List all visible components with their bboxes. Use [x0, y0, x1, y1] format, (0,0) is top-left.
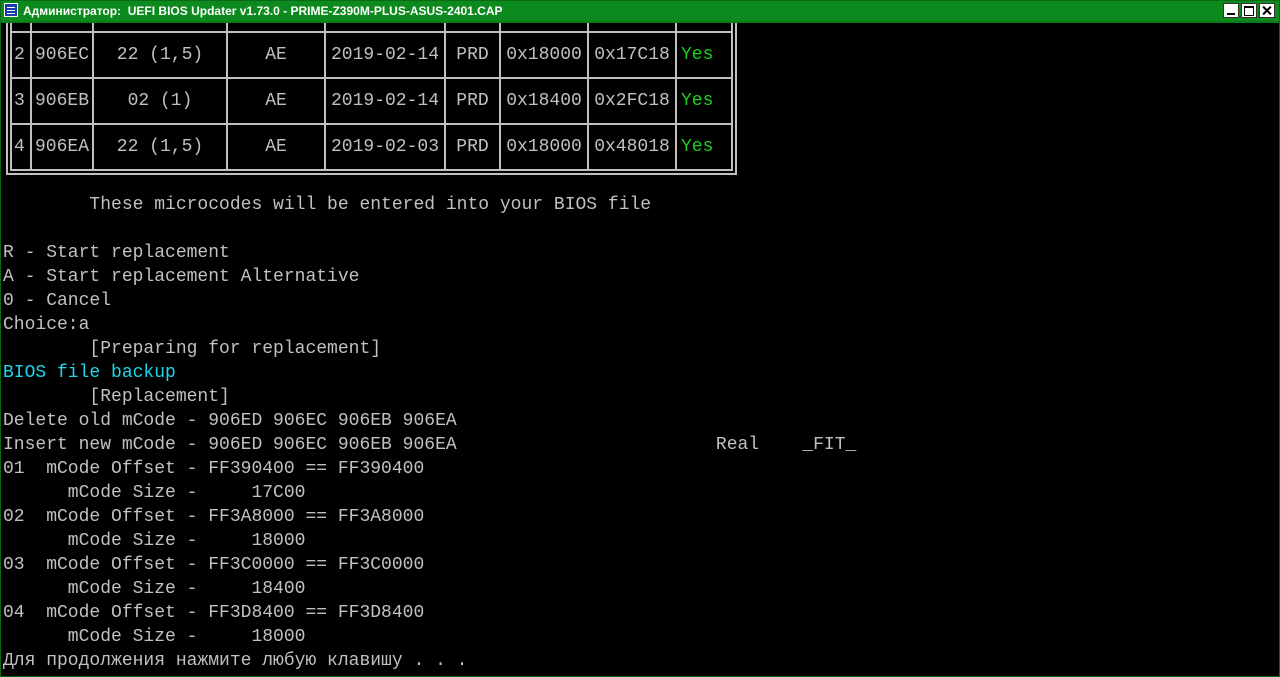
console-line: R - Start replacement [3, 243, 230, 263]
console-line: mCode Size - 18000 [3, 531, 306, 551]
cell-rev: AE [226, 77, 326, 125]
console-line: 01 mCode Offset - FF390400 == FF390400 [3, 459, 425, 479]
cell-cpuid: 906EA [30, 123, 94, 171]
cell-size: 0x48018 [587, 123, 677, 171]
cell-platform: 22 (1,5) [92, 123, 228, 171]
console-line: Insert new mCode - 906ED 906EC 906EB 906… [3, 435, 857, 455]
console-line: Для продолжения нажмите любую клавишу . … [3, 651, 468, 671]
console-window: Администратор: UEFI BIOS Updater v1.73.0… [0, 0, 1280, 677]
console-line: mCode Size - 18000 [3, 627, 306, 647]
console-line: A - Start replacement Alternative [3, 267, 360, 287]
title-bar[interactable]: Администратор: UEFI BIOS Updater v1.73.0… [1, 1, 1279, 23]
cell-status: Yes [675, 31, 733, 79]
console-line: 02 mCode Offset - FF3A8000 == FF3A8000 [3, 507, 425, 527]
console-line: Delete old mCode - 906ED 906EC 906EB 906… [3, 411, 457, 431]
window-title: Администратор: UEFI BIOS Updater v1.73.0… [23, 4, 503, 18]
microcode-table: 2 906EC 22 (1,5) AE 2019-02-14 PRD 0x18000 0x17… [6, 23, 737, 175]
console-app-icon[interactable] [4, 3, 18, 17]
cell-date: 2019-02-03 [324, 123, 446, 171]
cell-type: PRD [444, 77, 501, 125]
table-row: 3 906EB 02 (1) AE 2019-02-14 PRD 0x18400 0x2FC1… [10, 77, 733, 125]
console-line: These microcodes will be entered into yo… [3, 195, 652, 215]
cell-status: Yes [675, 77, 733, 125]
cell-date: 2019-02-14 [324, 31, 446, 79]
minimize-button[interactable] [1223, 3, 1239, 18]
console-line: 04 mCode Offset - FF3D8400 == FF3D8400 [3, 603, 425, 623]
cell-num: 2 [10, 31, 32, 79]
console-line: mCode Size - 17C00 [3, 483, 306, 503]
console-line: Choice:a [3, 315, 90, 335]
close-button[interactable] [1259, 3, 1275, 18]
cell-platform: 22 (1,5) [92, 31, 228, 79]
console-line: 03 mCode Offset - FF3C0000 == FF3C0000 [3, 555, 425, 575]
cell-platform: 02 (1) [92, 77, 228, 125]
cell-offset: 0x18000 [499, 123, 589, 171]
cell-cpuid: 906EC [30, 31, 94, 79]
cell-size: 0x17C18 [587, 31, 677, 79]
cell-rev: AE [226, 31, 326, 79]
console-line: [Replacement] [3, 387, 230, 407]
cell-size: 0x2FC18 [587, 77, 677, 125]
cell-type: PRD [444, 31, 501, 79]
cell-offset: 0x18400 [499, 77, 589, 125]
maximize-button[interactable] [1241, 3, 1257, 18]
console-output[interactable]: 2 906EC 22 (1,5) AE 2019-02-14 PRD 0x18000 0x17… [1, 23, 1279, 671]
cell-status: Yes [675, 123, 733, 171]
console-line: 0 - Cancel [3, 291, 112, 311]
cell-num: 3 [10, 77, 32, 125]
cell-offset: 0x18000 [499, 31, 589, 79]
table-row: 2 906EC 22 (1,5) AE 2019-02-14 PRD 0x18000 0x17… [10, 31, 733, 79]
table-row: 4 906EA 22 (1,5) AE 2019-02-03 PRD 0x18000 0x48… [10, 123, 733, 171]
cell-cpuid: 906EB [30, 77, 94, 125]
table-row-top-stub [10, 23, 733, 33]
console-line: BIOS file backup [3, 363, 176, 383]
cell-num: 4 [10, 123, 32, 171]
cell-date: 2019-02-14 [324, 77, 446, 125]
cell-rev: AE [226, 123, 326, 171]
cell-type: PRD [444, 123, 501, 171]
console-line: [Preparing for replacement] [3, 339, 382, 359]
console-line: mCode Size - 18400 [3, 579, 306, 599]
